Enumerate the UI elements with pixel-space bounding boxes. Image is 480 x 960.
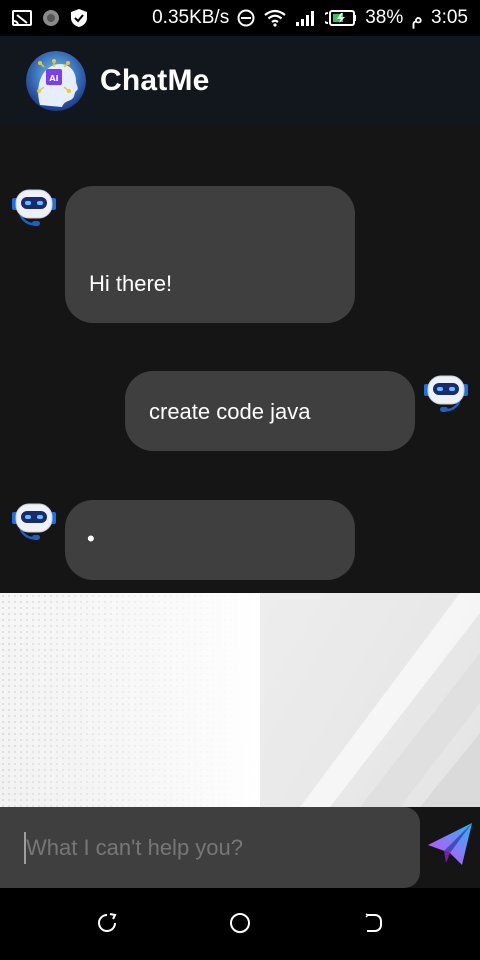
home-button[interactable]	[225, 910, 255, 940]
do-not-disturb-icon	[237, 9, 255, 27]
status-bar: 0.35KB/s 38% م 3:05	[0, 0, 480, 36]
message-bubble[interactable]: create code java	[125, 371, 415, 451]
home-icon	[228, 911, 252, 940]
paper-plane-icon	[426, 821, 474, 872]
wifi-icon	[263, 9, 287, 27]
message-text: Hi there!	[89, 271, 173, 296]
ai-head-logo: AI	[26, 51, 86, 111]
app-bar: AI ChatMe	[0, 36, 480, 126]
shield-icon	[70, 8, 88, 28]
message-text: create code java	[149, 399, 311, 424]
clock: 3:05	[431, 7, 468, 28]
robot-icon	[10, 186, 58, 230]
network-speed: 0.35KB/s	[152, 7, 230, 28]
svg-text:AI: AI	[49, 74, 58, 83]
signal-icon	[295, 9, 317, 27]
time-period: م	[411, 7, 424, 29]
back-button[interactable]	[358, 910, 388, 940]
text-caret	[24, 832, 26, 864]
circle-app-icon	[42, 9, 60, 27]
typing-indicator: •	[87, 526, 95, 551]
message-bubble[interactable]: •	[65, 500, 355, 580]
send-button[interactable]	[424, 817, 476, 875]
battery-charging-icon	[325, 9, 357, 27]
robot-icon	[10, 500, 58, 544]
message-composer	[0, 807, 480, 888]
robot-icon	[422, 372, 470, 416]
message-bubble[interactable]: Hi there!	[65, 186, 355, 323]
app-title: ChatMe	[100, 64, 210, 97]
back-icon	[361, 911, 385, 940]
recent-apps-icon	[95, 911, 119, 940]
recent-apps-button[interactable]	[92, 910, 122, 940]
battery-percent: 38%	[365, 7, 404, 28]
navigation-bar	[0, 888, 480, 960]
message-input[interactable]	[0, 807, 420, 888]
background-panel	[0, 593, 480, 807]
chat-list[interactable]: Hi there! create code java •	[0, 126, 480, 593]
screencast-icon	[12, 9, 32, 27]
